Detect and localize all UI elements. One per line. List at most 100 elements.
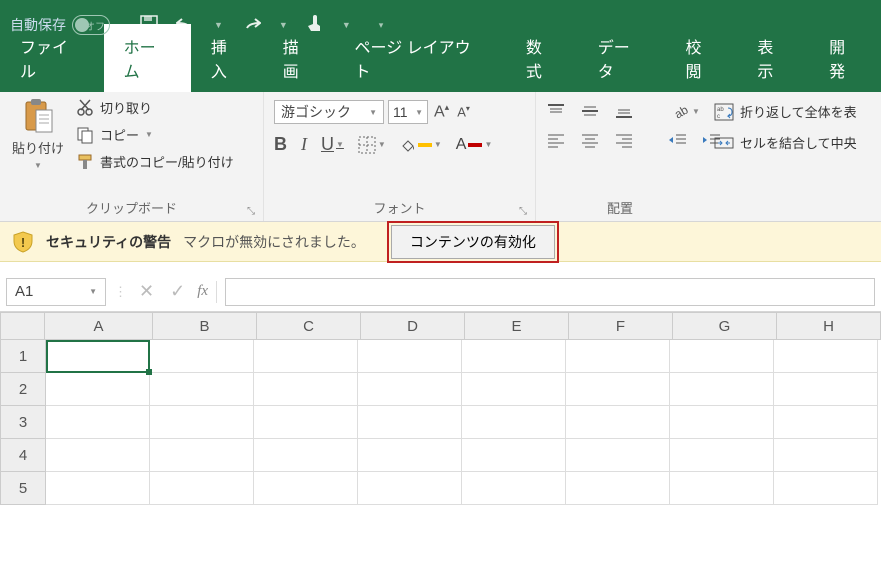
column-header[interactable]: B [153,312,257,340]
cell[interactable] [254,373,358,406]
row-header[interactable]: 1 [0,340,46,373]
cell[interactable] [358,406,462,439]
cell[interactable] [566,340,670,373]
tab-page-layout[interactable]: ページ レイアウト [335,24,506,92]
bold-button[interactable]: B [274,134,287,155]
cell[interactable] [462,472,566,505]
column-header[interactable]: H [777,312,881,340]
tab-review[interactable]: 校閲 [665,24,737,92]
font-name-selector[interactable]: 游ゴシック ▼ [274,100,384,124]
cell[interactable] [670,406,774,439]
tab-formulas[interactable]: 数式 [506,24,578,92]
cell[interactable] [670,472,774,505]
tab-data[interactable]: データ [578,24,666,92]
tab-developer[interactable]: 開発 [809,24,881,92]
cell[interactable] [566,406,670,439]
enable-content-button[interactable]: コンテンツの有効化 [391,225,555,259]
cell[interactable] [462,406,566,439]
clipboard-dialog-launcher-icon[interactable]: ⤡ [247,206,255,217]
cell[interactable] [46,472,150,505]
cell[interactable] [150,439,254,472]
column-header[interactable]: G [673,312,777,340]
cell[interactable] [358,472,462,505]
cell[interactable] [254,439,358,472]
underline-button[interactable]: U▼ [321,134,344,155]
align-bottom-button[interactable] [614,103,634,119]
formula-input[interactable] [225,278,875,306]
fill-color-button[interactable]: ▼ [400,138,442,152]
column-header[interactable]: D [361,312,465,340]
cell[interactable] [774,472,878,505]
undo-icon[interactable] [176,16,196,35]
increase-font-size-button[interactable]: A▴ [432,102,451,121]
cell[interactable] [462,373,566,406]
cell[interactable] [150,406,254,439]
enter-formula-button[interactable]: ✓ [166,281,189,302]
paste-button[interactable]: 貼り付け ▼ [6,96,70,172]
save-icon[interactable] [140,15,158,36]
format-painter-button[interactable]: 書式のコピー/貼り付け [76,152,234,171]
cell[interactable] [150,472,254,505]
qat-dropdown-touch[interactable]: ▼ [342,20,351,30]
redo-icon[interactable] [241,16,261,35]
qat-customize-icon[interactable]: ▾ [379,20,384,31]
italic-button[interactable]: I [301,134,307,155]
column-header[interactable]: E [465,312,569,340]
cell[interactable] [774,439,878,472]
cell[interactable] [150,340,254,373]
cell[interactable] [46,439,150,472]
row-header[interactable]: 2 [0,373,46,406]
decrease-indent-button[interactable] [668,132,688,148]
align-left-button[interactable] [546,132,566,148]
decrease-font-size-button[interactable]: A▾ [455,104,472,119]
cell[interactable] [254,340,358,373]
orientation-button[interactable]: ab ▼ [672,102,700,120]
cell[interactable] [774,373,878,406]
wrap-text-button[interactable]: abc 折り返して全体を表 [714,102,857,121]
cell[interactable] [46,373,150,406]
cell[interactable] [774,340,878,373]
cell[interactable] [774,406,878,439]
qat-dropdown-undo[interactable]: ▼ [214,20,223,30]
cell[interactable] [358,373,462,406]
tab-view[interactable]: 表示 [737,24,809,92]
column-header[interactable]: A [45,312,153,340]
cell[interactable] [150,373,254,406]
column-header[interactable]: C [257,312,361,340]
cell[interactable] [670,439,774,472]
merge-center-button[interactable]: セルを結合して中央 [714,133,857,152]
name-box[interactable]: A1 ▼ [6,278,106,306]
cell[interactable] [670,373,774,406]
align-right-button[interactable] [614,132,634,148]
cell[interactable] [462,340,566,373]
cell[interactable] [46,406,150,439]
font-color-button[interactable]: A ▼ [456,136,493,154]
cancel-formula-button[interactable]: ✕ [135,281,158,302]
select-all-corner[interactable] [0,312,45,340]
touch-mode-icon[interactable] [306,14,324,37]
cell[interactable] [566,439,670,472]
cell[interactable] [358,439,462,472]
cut-button[interactable]: 切り取り [76,98,234,117]
cell[interactable] [254,406,358,439]
cell[interactable] [566,472,670,505]
column-header[interactable]: F [569,312,673,340]
cell[interactable] [46,340,150,373]
insert-function-button[interactable]: fx [197,283,208,300]
row-header[interactable]: 5 [0,472,46,505]
font-dialog-launcher-icon[interactable]: ⤡ [519,206,527,217]
borders-button[interactable]: ▼ [358,136,386,154]
row-header[interactable]: 3 [0,406,46,439]
cell[interactable] [254,472,358,505]
copy-button[interactable]: コピー ▼ [76,125,234,144]
font-size-selector[interactable]: 11 ▼ [388,100,428,124]
cell[interactable] [670,340,774,373]
align-top-button[interactable] [546,103,566,119]
cell[interactable] [566,373,670,406]
cell[interactable] [358,340,462,373]
qat-dropdown-redo[interactable]: ▼ [279,20,288,30]
align-center-button[interactable] [580,132,600,148]
align-middle-button[interactable] [580,103,600,119]
cell[interactable] [462,439,566,472]
row-header[interactable]: 4 [0,439,46,472]
